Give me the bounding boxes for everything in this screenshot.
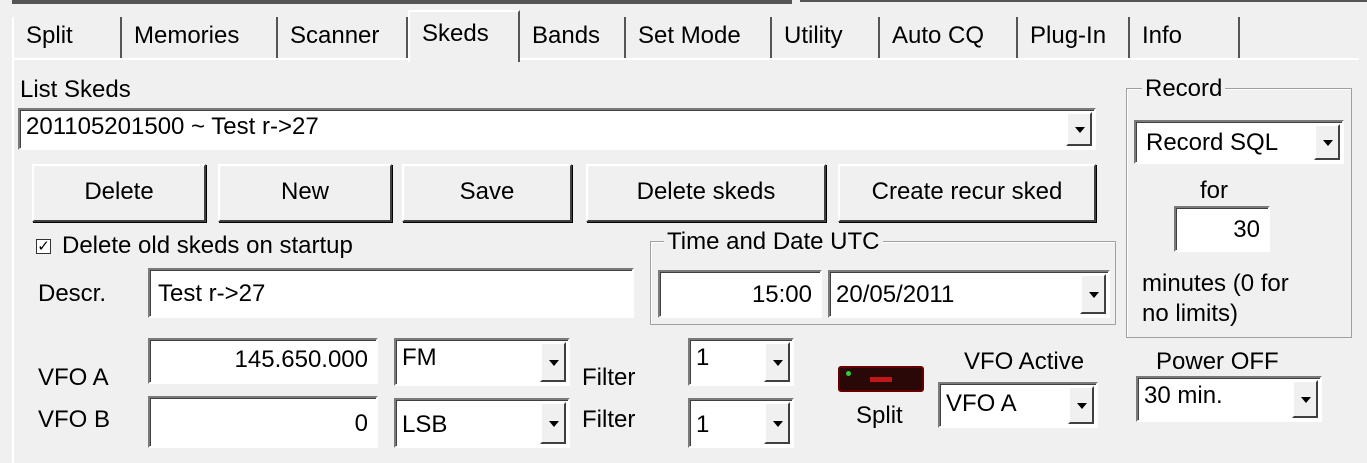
time-value: 15:00	[751, 281, 812, 308]
no-limits-label: no limits)	[1142, 300, 1239, 327]
tab-skeds[interactable]: Skeds	[408, 10, 520, 62]
chevron-down-icon[interactable]	[1068, 386, 1094, 424]
tab-label: Bands	[532, 22, 601, 49]
descr-value: Test r->27	[158, 280, 266, 307]
tab-label: Set Mode	[638, 22, 741, 49]
create-recur-sked-button[interactable]: Create recur sked	[838, 164, 1096, 222]
chevron-down-icon[interactable]	[1292, 380, 1318, 418]
tab-bands[interactable]: Bands	[520, 17, 626, 60]
tab-memories[interactable]: Memories	[122, 17, 278, 60]
vfo-a-filter-label: Filter	[582, 364, 636, 391]
chevron-down-icon[interactable]	[1080, 274, 1106, 314]
vfo-b-filter-combo[interactable]: 1	[688, 398, 794, 448]
tab-label: Memories	[134, 22, 240, 49]
tab-split[interactable]: Split	[14, 17, 122, 60]
list-skeds-combo[interactable]: 201105201500 ~ Test r->27	[18, 108, 1096, 150]
led-indicator-icon	[870, 377, 892, 382]
chevron-down-icon[interactable]	[540, 402, 566, 444]
tab-label: Split	[26, 22, 73, 49]
button-label: New	[280, 178, 329, 205]
list-skeds-label: List Skeds	[20, 76, 131, 103]
vfo-b-filter-label: Filter	[582, 406, 636, 433]
vfo-b-mode-value: LSB	[402, 411, 448, 438]
tab-label: Utility	[784, 22, 843, 49]
vfo-a-mode-value: FM	[402, 344, 437, 371]
vfo-a-filter-combo[interactable]: 1	[688, 338, 794, 386]
save-button[interactable]: Save	[402, 164, 572, 222]
chevron-down-icon[interactable]	[764, 402, 790, 444]
time-date-legend: Time and Date UTC	[664, 228, 883, 256]
delete-button[interactable]: Delete	[32, 164, 206, 222]
chevron-down-icon[interactable]	[540, 342, 566, 382]
delete-skeds-button[interactable]: Delete skeds	[586, 164, 826, 222]
time-input[interactable]: 15:00	[658, 270, 822, 318]
tab-label: Auto CQ	[892, 22, 985, 49]
minutes-label: minutes (0 for	[1142, 270, 1289, 297]
vfo-b-mode-combo[interactable]: LSB	[394, 398, 570, 448]
delete-old-skeds-label: Delete old skeds on startup	[62, 232, 353, 259]
tab-label: Scanner	[290, 22, 380, 49]
new-button[interactable]: New	[218, 164, 392, 222]
descr-label: Descr.	[38, 280, 107, 307]
tab-label: Plug-In	[1030, 22, 1107, 49]
vfo-a-filter-value: 1	[696, 344, 710, 371]
record-minutes-value: 30	[1233, 216, 1260, 243]
vfo-active-value: VFO A	[946, 390, 1017, 417]
power-off-combo[interactable]: 30 min.	[1136, 376, 1322, 422]
vfo-b-filter-value: 1	[696, 411, 710, 438]
power-off-value: 30 min.	[1144, 382, 1223, 409]
record-legend: Record	[1142, 75, 1226, 103]
vfo-b-freq-input[interactable]: 0	[148, 396, 378, 448]
tab-set-mode[interactable]: Set Mode	[626, 17, 772, 60]
list-skeds-value: 201105201500 ~ Test r->27	[26, 113, 319, 140]
date-value: 20/05/2011	[836, 281, 955, 308]
split-led-button[interactable]	[838, 366, 924, 392]
date-combo[interactable]: 20/05/2011	[828, 270, 1110, 318]
chevron-down-icon[interactable]	[764, 342, 790, 382]
check-icon: ✓	[37, 238, 50, 255]
vfo-b-label: VFO B	[38, 406, 111, 433]
tab-bar: Split Memories Scanner Skeds Bands Set M…	[0, 0, 1367, 62]
chevron-down-icon[interactable]	[1066, 112, 1092, 146]
tab-utility[interactable]: Utility	[772, 17, 880, 60]
record-minutes-input[interactable]: 30	[1174, 206, 1270, 252]
tab-info[interactable]: Info	[1130, 17, 1240, 60]
delete-old-skeds-checkbox[interactable]: ✓	[36, 239, 51, 254]
tab-scanner[interactable]: Scanner	[278, 17, 408, 60]
vfo-a-label: VFO A	[38, 364, 109, 391]
power-off-label: Power OFF	[1156, 348, 1279, 375]
record-mode-value: Record SQL	[1146, 129, 1279, 156]
vfo-b-freq-value: 0	[354, 410, 368, 437]
button-label: Create recur sked	[871, 178, 1063, 205]
tab-plug-in[interactable]: Plug-In	[1018, 17, 1130, 60]
vfo-active-combo[interactable]: VFO A	[938, 382, 1098, 428]
descr-input[interactable]: Test r->27	[148, 268, 634, 318]
chevron-down-icon[interactable]	[1314, 124, 1340, 160]
record-mode-combo[interactable]: Record SQL	[1134, 120, 1344, 164]
button-label: Delete skeds	[636, 178, 776, 205]
vfo-a-mode-combo[interactable]: FM	[394, 338, 570, 386]
button-label: Delete	[84, 178, 154, 205]
button-label: Save	[459, 178, 515, 205]
vfo-a-freq-input[interactable]: 145.650.000	[148, 338, 378, 384]
tab-label: Skeds	[422, 20, 489, 47]
vfo-a-freq-value: 145.650.000	[234, 346, 368, 373]
led-dot-icon	[846, 371, 851, 376]
vfo-active-label: VFO Active	[964, 348, 1085, 375]
split-label: Split	[856, 402, 903, 429]
tab-label: Info	[1142, 22, 1183, 49]
tab-auto-cq[interactable]: Auto CQ	[880, 17, 1018, 60]
for-label: for	[1200, 177, 1229, 204]
